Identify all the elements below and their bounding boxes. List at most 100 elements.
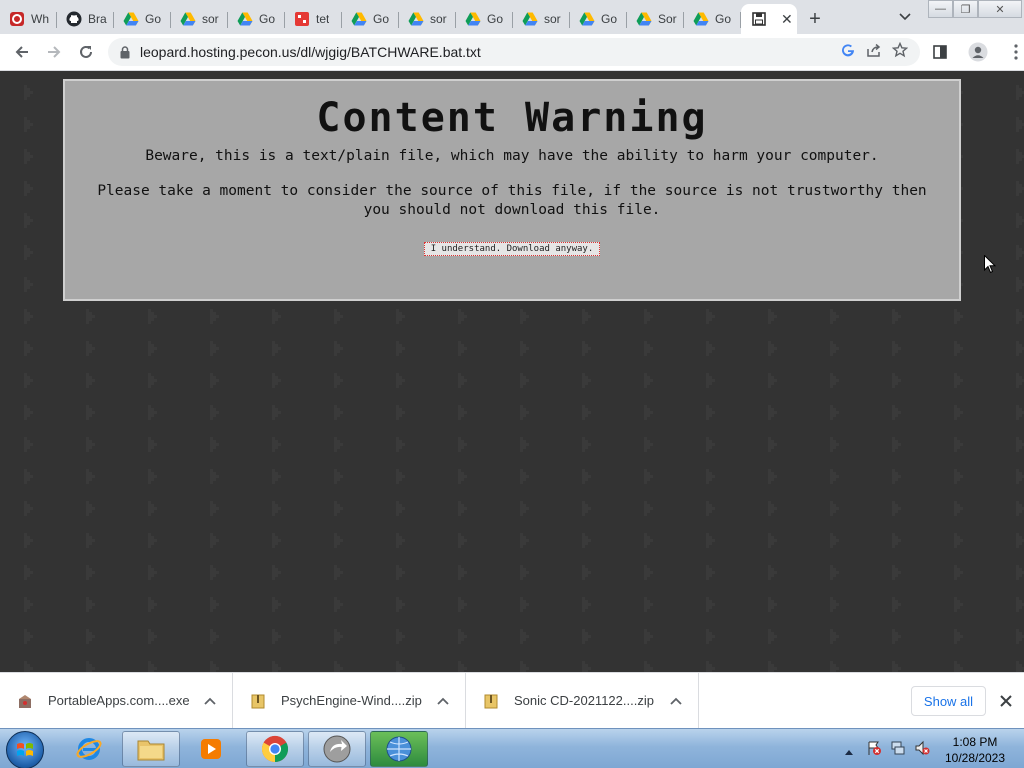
warning-text-1: Beware, this is a text/plain file, which… (145, 148, 879, 164)
download-filename: Sonic CD-2021122....zip (514, 693, 654, 708)
volume-muted-icon[interactable] (914, 740, 930, 761)
github-icon (66, 11, 82, 27)
game-icon (294, 11, 310, 27)
lock-icon[interactable] (120, 45, 130, 59)
clock-time: 1:08 PM (952, 735, 998, 749)
google-drive-icon (522, 11, 538, 27)
minimize-icon[interactable]: — (928, 0, 953, 18)
new-tab-button[interactable]: + (797, 4, 833, 34)
show-all-downloads-button[interactable]: Show all (911, 686, 986, 716)
action-center-flag-icon[interactable] (866, 740, 882, 761)
google-drive-icon (693, 11, 709, 27)
side-panel-icon[interactable] (924, 36, 956, 68)
tab-3[interactable]: sor (171, 4, 228, 34)
reload-icon[interactable] (70, 36, 102, 68)
download-filename: PortableApps.com....exe (48, 693, 190, 708)
address-bar[interactable]: leopard.hosting.pecon.us/dl/wjgig/BATCHW… (108, 38, 920, 66)
tab-1[interactable]: Bra (57, 4, 114, 34)
browser-toolbar: leopard.hosting.pecon.us/dl/wjgig/BATCHW… (0, 34, 1024, 71)
clock-date: 10/28/2023 (944, 751, 1006, 765)
internet-explorer-icon[interactable] (60, 731, 118, 767)
google-drive-icon (636, 11, 652, 27)
tab-title: Go (601, 12, 618, 26)
tab-9[interactable]: sor (513, 4, 570, 34)
network-icon[interactable] (890, 740, 906, 761)
tab-title: Go (145, 12, 162, 26)
tab-list: Wh Bra Go sor Go tet Go sor Go sor Go Sor Go (0, 4, 741, 34)
tab-active[interactable]: ✕ (741, 4, 797, 34)
window-controls: — ❐ ✕ (928, 0, 1022, 18)
tab-5[interactable]: tet (285, 4, 342, 34)
download-bar: PortableApps.com....exe PsychEngine-Wind… (0, 672, 1024, 729)
google-drive-icon (180, 11, 196, 27)
zip-icon (249, 692, 267, 710)
download-anyway-button[interactable]: I understand. Download anyway. (423, 242, 601, 256)
google-drive-icon (465, 11, 481, 27)
media-player-icon[interactable] (182, 731, 240, 767)
download-item-sonic-cd[interactable]: Sonic CD-2021122....zip (466, 672, 699, 729)
google-drive-icon (351, 11, 367, 27)
tab-12[interactable]: Go (684, 4, 741, 34)
warning-title: Content Warning (316, 95, 708, 141)
tab-8[interactable]: Go (456, 4, 513, 34)
tab-search-icon[interactable] (894, 6, 916, 28)
windows-taskbar: 1:08 PM 10/28/2023 (0, 728, 1024, 768)
download-filename: PsychEngine-Wind....zip (281, 693, 422, 708)
tab-7[interactable]: sor (399, 4, 456, 34)
tab-10[interactable]: Go (570, 4, 627, 34)
tab-strip: Wh Bra Go sor Go tet Go sor Go sor Go Sor Go ✕ + — ❐… (0, 0, 1024, 34)
chrome-icon[interactable] (246, 731, 304, 767)
profile-avatar-icon[interactable] (962, 36, 994, 68)
maximize-icon[interactable]: ❐ (953, 0, 978, 18)
tab-title: tet (316, 12, 330, 26)
tab-title: Go (715, 12, 732, 26)
content-warning-panel: Content Warning Beware, this is a text/p… (63, 79, 961, 301)
google-drive-icon (579, 11, 595, 27)
bookmark-star-icon[interactable] (891, 41, 909, 61)
tab-title: Go (259, 12, 276, 26)
close-window-icon[interactable]: ✕ (978, 0, 1022, 18)
chevron-up-icon[interactable] (437, 693, 449, 708)
menu-kebab-icon[interactable] (1000, 36, 1024, 68)
google-translate-icon[interactable] (840, 42, 856, 61)
close-tab-icon[interactable]: ✕ (781, 11, 793, 28)
show-hidden-icons-icon[interactable] (844, 743, 854, 761)
app-arrow-icon[interactable] (308, 731, 366, 767)
close-download-bar-icon[interactable] (998, 691, 1014, 711)
toolbar-right (924, 36, 1024, 68)
google-drive-icon (237, 11, 253, 27)
google-drive-icon (123, 11, 139, 27)
chevron-up-icon[interactable] (670, 693, 682, 708)
mouse-cursor-icon (984, 254, 997, 279)
tab-title: Wh (31, 12, 49, 26)
screen: Wh Bra Go sor Go tet Go sor Go sor Go Sor Go ✕ + — ❐… (0, 0, 1024, 768)
tab-title: Go (373, 12, 390, 26)
tab-title: Bra (88, 12, 107, 26)
taskbar-clock[interactable]: 1:08 PM 10/28/2023 (932, 734, 1018, 766)
file-explorer-icon[interactable] (122, 731, 180, 767)
tab-title: sor (544, 12, 561, 26)
start-button[interactable] (6, 731, 44, 768)
tab-6[interactable]: Go (342, 4, 399, 34)
tab-4[interactable]: Go (228, 4, 285, 34)
google-drive-icon (408, 11, 424, 27)
url-text: leopard.hosting.pecon.us/dl/wjgig/BATCHW… (140, 44, 481, 60)
back-icon[interactable] (6, 36, 38, 68)
zip-icon (482, 692, 500, 710)
save-file-icon (751, 11, 767, 27)
installer-icon (16, 692, 34, 710)
chevron-up-icon[interactable] (204, 693, 216, 708)
network-globe-app-icon[interactable] (370, 731, 428, 767)
tab-11[interactable]: Sor (627, 4, 684, 34)
warning-text-2: Please take a moment to consider the sou… (97, 183, 927, 218)
forward-icon[interactable] (38, 36, 70, 68)
tab-title: Go (487, 12, 504, 26)
windows-logo-icon (17, 743, 33, 756)
tab-title: sor (430, 12, 447, 26)
download-item-portableapps[interactable]: PortableApps.com....exe (0, 672, 233, 729)
tab-2[interactable]: Go (114, 4, 171, 34)
tab-0[interactable]: Wh (0, 4, 57, 34)
download-item-psychengine[interactable]: PsychEngine-Wind....zip (233, 672, 466, 729)
share-icon[interactable] (866, 42, 882, 61)
tab-title: Sor (658, 12, 677, 26)
